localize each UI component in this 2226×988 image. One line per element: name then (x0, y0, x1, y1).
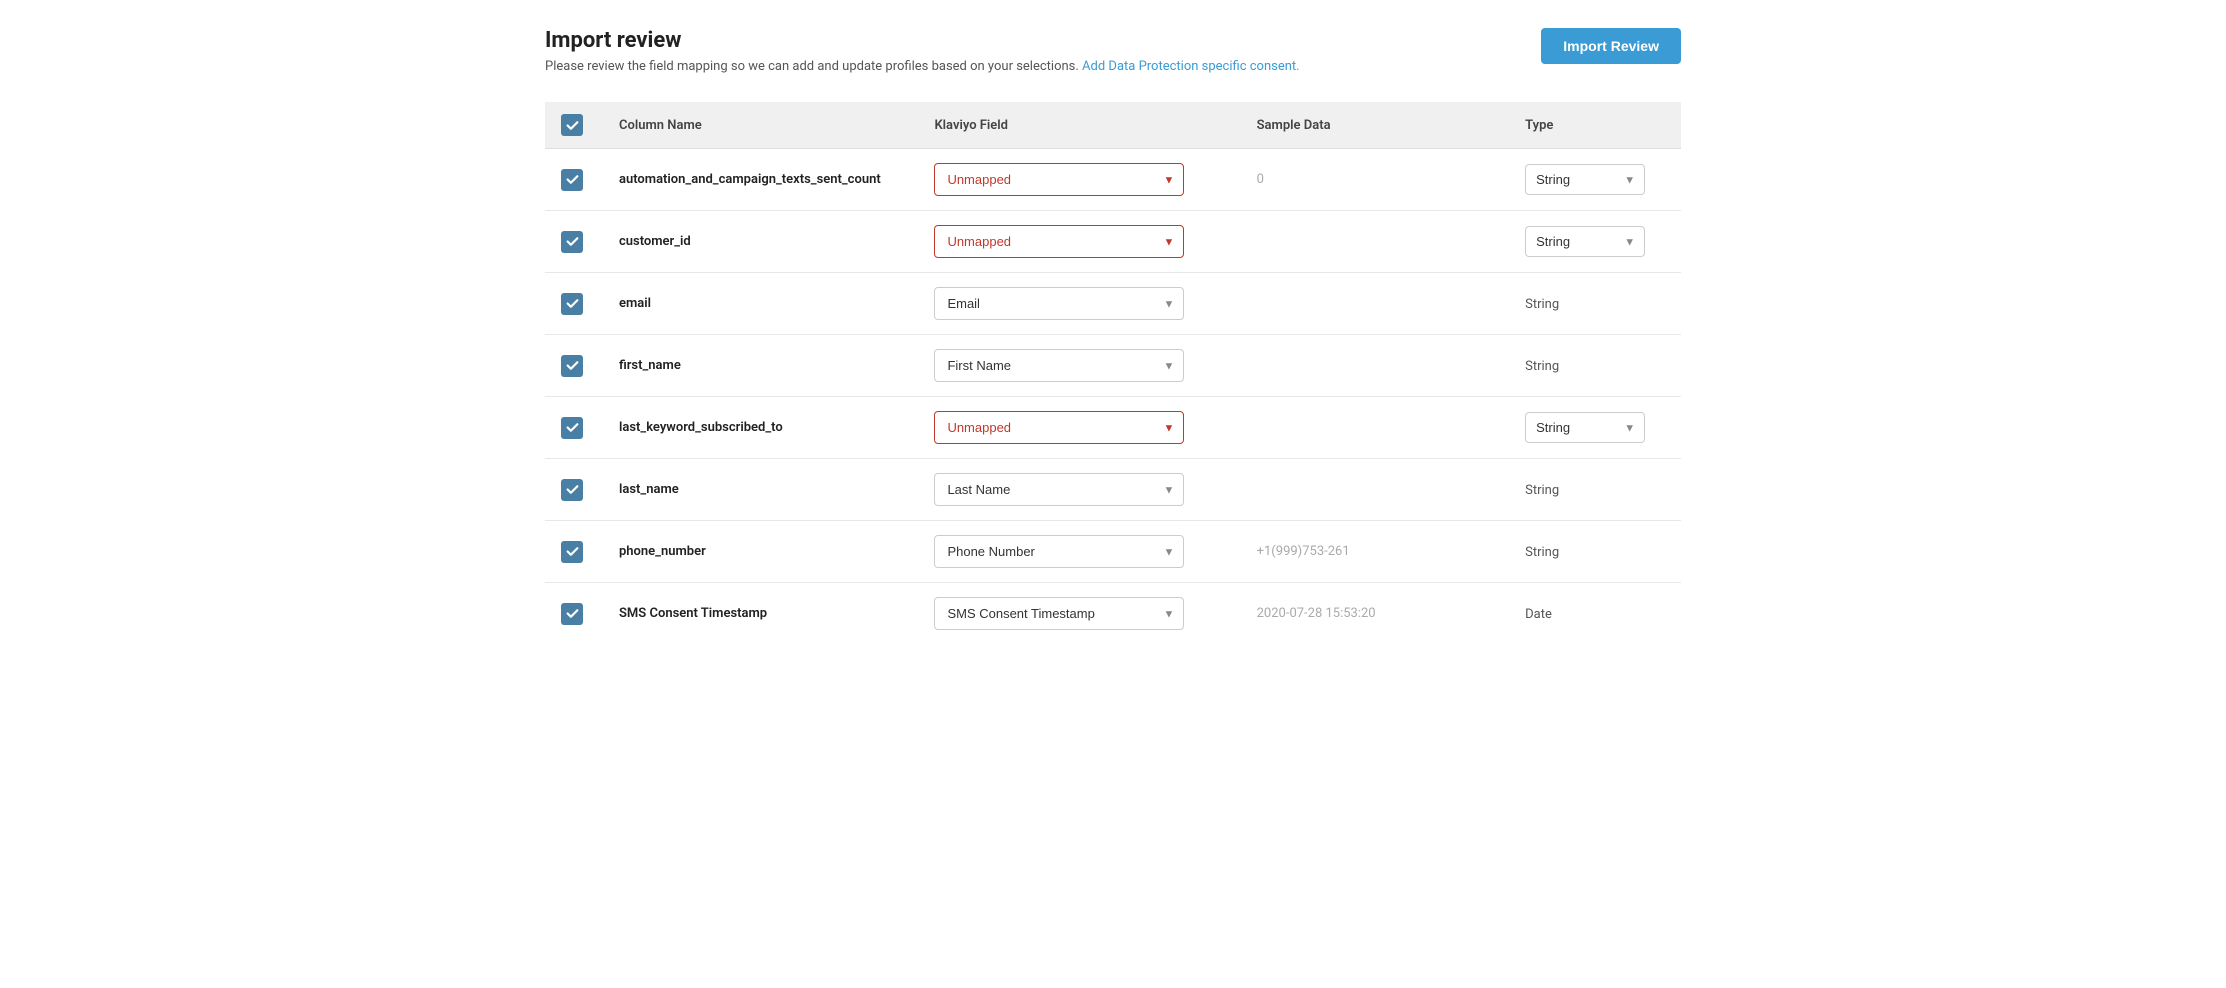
type-select[interactable]: StringDateNumberBoolean (1525, 226, 1645, 257)
klaviyo-field-select[interactable]: UnmappedEmailFirst NameLast NamePhone Nu… (934, 535, 1184, 568)
column-name: SMS Consent Timestamp (603, 583, 918, 645)
klaviyo-field-cell: UnmappedEmailFirst NameLast NamePhone Nu… (918, 335, 1240, 397)
klaviyo-field-select[interactable]: UnmappedEmailFirst NameLast NamePhone Nu… (934, 473, 1184, 506)
column-name: first_name (603, 335, 918, 397)
klaviyo-field-select[interactable]: UnmappedEmailFirst NameLast NamePhone Nu… (934, 597, 1184, 630)
type-cell: StringDateNumberBoolean▼ (1509, 397, 1681, 459)
column-name: last_name (603, 459, 918, 521)
page-header: Import review Please review the field ma… (545, 28, 1681, 74)
type-cell: StringDateNumberBoolean▼ (1509, 211, 1681, 273)
col-header-klaviyo-field: Klaviyo Field (918, 102, 1240, 149)
import-review-button[interactable]: Import Review (1541, 28, 1681, 64)
sample-data (1241, 211, 1510, 273)
sample-data (1241, 273, 1510, 335)
klaviyo-field-cell: UnmappedEmailFirst NameLast NamePhone Nu… (918, 459, 1240, 521)
row-checkbox-cell (545, 335, 603, 397)
row-checkbox[interactable] (561, 293, 583, 315)
table-row: phone_number UnmappedEmailFirst NameLast … (545, 521, 1681, 583)
row-checkbox-cell (545, 149, 603, 211)
type-label: String (1525, 483, 1559, 498)
page-description: Please review the field mapping so we ca… (545, 59, 1300, 74)
type-cell: String (1509, 335, 1681, 397)
table-row: first_name UnmappedEmailFirst NameLast Na… (545, 335, 1681, 397)
page-title: Import review (545, 28, 1300, 53)
row-checkbox[interactable] (561, 231, 583, 253)
klaviyo-field-cell: UnmappedEmailFirst NameLast NamePhone Nu… (918, 583, 1240, 645)
row-checkbox[interactable] (561, 355, 583, 377)
column-name: email (603, 273, 918, 335)
sample-data (1241, 459, 1510, 521)
row-checkbox-cell (545, 273, 603, 335)
table-row: customer_id UnmappedEmailFirst NameLast N… (545, 211, 1681, 273)
type-label: String (1525, 359, 1559, 374)
type-select[interactable]: StringDateNumberBoolean (1525, 412, 1645, 443)
type-select[interactable]: StringDateNumberBoolean (1525, 164, 1645, 195)
column-name: last_keyword_subscribed_to (603, 397, 918, 459)
klaviyo-field-cell: UnmappedEmailFirst NameLast NamePhone Nu… (918, 273, 1240, 335)
type-cell: String (1509, 521, 1681, 583)
table-row: automation_and_campaign_texts_sent_count… (545, 149, 1681, 211)
import-table: Column Name Klaviyo Field Sample Data Ty… (545, 102, 1681, 644)
type-cell: String (1509, 273, 1681, 335)
col-header-column-name: Column Name (603, 102, 918, 149)
klaviyo-field-cell: UnmappedEmailFirst NameLast NamePhone Nu… (918, 149, 1240, 211)
row-checkbox-cell (545, 211, 603, 273)
type-cell: String (1509, 459, 1681, 521)
table-header-row: Column Name Klaviyo Field Sample Data Ty… (545, 102, 1681, 149)
col-header-sample-data: Sample Data (1241, 102, 1510, 149)
row-checkbox[interactable] (561, 169, 583, 191)
col-header-type: Type (1509, 102, 1681, 149)
klaviyo-field-cell: UnmappedEmailFirst NameLast NamePhone Nu… (918, 397, 1240, 459)
table-row: email UnmappedEmailFirst NameLast NamePho… (545, 273, 1681, 335)
sample-data: 2020-07-28 15:53:20 (1241, 583, 1510, 645)
sample-data: 0 (1241, 149, 1510, 211)
klaviyo-field-select[interactable]: UnmappedEmailFirst NameLast NamePhone Nu… (934, 287, 1184, 320)
page-container: Import review Please review the field ma… (513, 0, 1713, 672)
klaviyo-field-select[interactable]: UnmappedEmailFirst NameLast NamePhone Nu… (934, 163, 1184, 196)
header-left: Import review Please review the field ma… (545, 28, 1300, 74)
column-name: automation_and_campaign_texts_sent_count (603, 149, 918, 211)
sample-data: +1(999)753-261 (1241, 521, 1510, 583)
row-checkbox[interactable] (561, 603, 583, 625)
sample-data (1241, 335, 1510, 397)
klaviyo-field-cell: UnmappedEmailFirst NameLast NamePhone Nu… (918, 521, 1240, 583)
row-checkbox-cell (545, 397, 603, 459)
row-checkbox-cell (545, 521, 603, 583)
col-header-checkbox (545, 102, 603, 149)
type-label: Date (1525, 607, 1552, 622)
table-row: last_name UnmappedEmailFirst NameLast Nam… (545, 459, 1681, 521)
column-name: customer_id (603, 211, 918, 273)
type-label: String (1525, 545, 1559, 560)
row-checkbox-cell (545, 583, 603, 645)
table-row: SMS Consent Timestamp UnmappedEmailFirst … (545, 583, 1681, 645)
column-name: phone_number (603, 521, 918, 583)
header-checkbox[interactable] (561, 114, 583, 136)
klaviyo-field-cell: UnmappedEmailFirst NameLast NamePhone Nu… (918, 211, 1240, 273)
row-checkbox[interactable] (561, 479, 583, 501)
klaviyo-field-select[interactable]: UnmappedEmailFirst NameLast NamePhone Nu… (934, 225, 1184, 258)
type-label: String (1525, 297, 1559, 312)
table-row: last_keyword_subscribed_to UnmappedEmailF… (545, 397, 1681, 459)
klaviyo-field-select[interactable]: UnmappedEmailFirst NameLast NamePhone Nu… (934, 411, 1184, 444)
klaviyo-field-select[interactable]: UnmappedEmailFirst NameLast NamePhone Nu… (934, 349, 1184, 382)
data-protection-link[interactable]: Add Data Protection specific consent. (1082, 59, 1300, 74)
type-cell: Date (1509, 583, 1681, 645)
sample-data (1241, 397, 1510, 459)
row-checkbox-cell (545, 459, 603, 521)
row-checkbox[interactable] (561, 417, 583, 439)
row-checkbox[interactable] (561, 541, 583, 563)
type-cell: StringDateNumberBoolean▼ (1509, 149, 1681, 211)
